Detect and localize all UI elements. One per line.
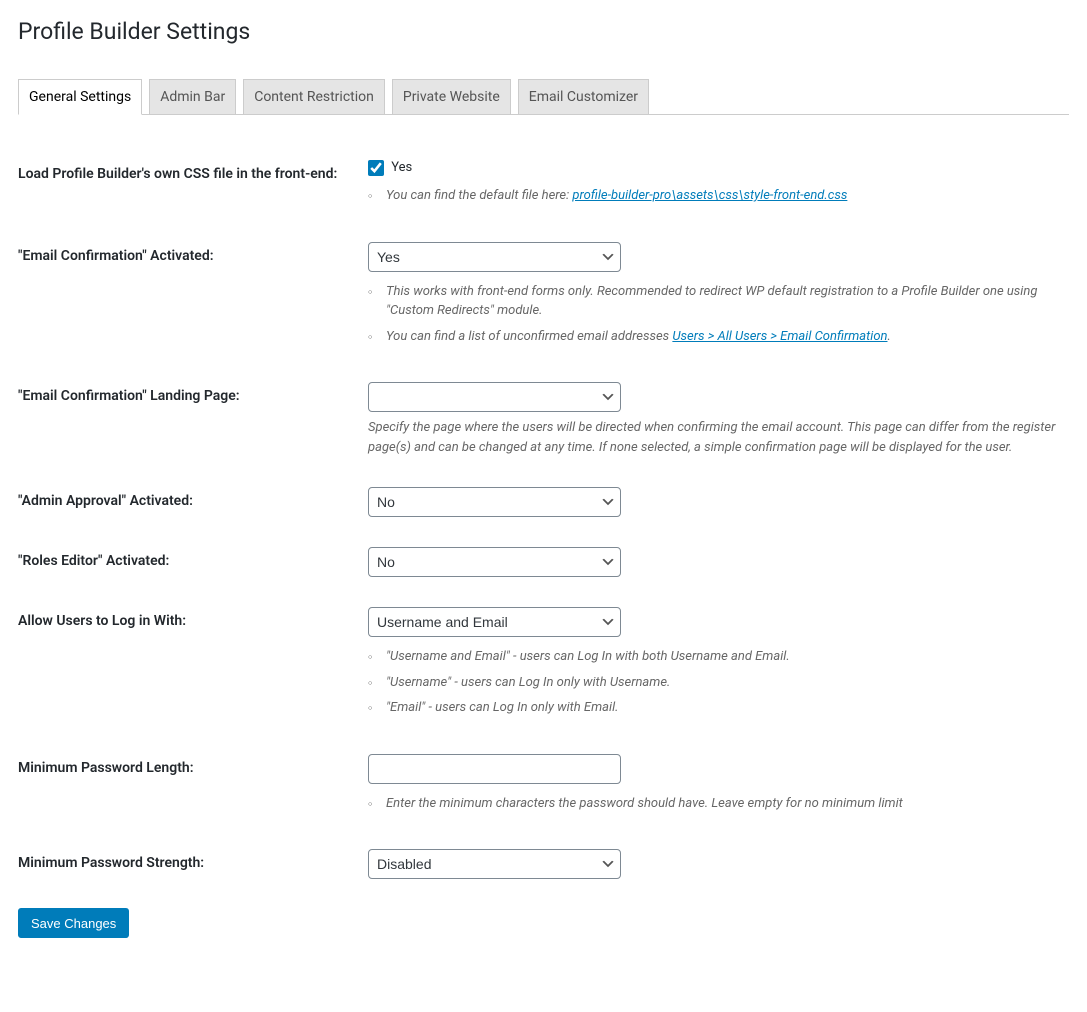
landing-help: Specify the page where the users will be… [368,418,1059,457]
roles-editor-label: "Roles Editor" Activated: [18,532,368,592]
load-css-label: Load Profile Builder's own CSS file in t… [18,145,368,227]
tab-general-settings[interactable]: General Settings [18,79,142,115]
email-confirmation-landing-select[interactable] [368,382,621,412]
tab-content-restriction[interactable]: Content Restriction [243,79,385,114]
unconfirmed-link[interactable]: Users > All Users > Email Confirmation [672,329,887,344]
login-with-help3: "Email" - users can Log In only with Ema… [368,698,1059,718]
settings-form: Load Profile Builder's own CSS file in t… [18,145,1069,894]
admin-approval-select[interactable]: No [368,487,621,517]
roles-editor-select[interactable]: No [368,547,621,577]
tab-admin-bar[interactable]: Admin Bar [149,79,236,114]
load-css-checkbox-label[interactable]: Yes [368,160,412,175]
email-confirmation-landing-label: "Email Confirmation" Landing Page: [18,367,368,472]
login-with-select[interactable]: Username and Email [368,607,621,637]
login-with-label: Allow Users to Log in With: [18,592,368,739]
load-css-checkbox[interactable] [368,160,384,176]
min-password-length-help: Enter the minimum characters the passwor… [368,794,1059,814]
tab-bar: General Settings Admin Bar Content Restr… [18,70,1069,115]
email-confirmation-help1: This works with front-end forms only. Re… [368,282,1059,321]
min-password-strength-label: Minimum Password Strength: [18,834,368,894]
load-css-help: You can find the default file here: prof… [368,186,1059,206]
email-confirmation-help2: You can find a list of unconfirmed email… [368,327,1059,347]
page-title: Profile Builder Settings [18,8,1069,50]
email-confirmation-label: "Email Confirmation" Activated: [18,227,368,368]
tab-email-customizer[interactable]: Email Customizer [518,79,649,114]
min-password-strength-select[interactable]: Disabled [368,849,621,879]
admin-approval-label: "Admin Approval" Activated: [18,472,368,532]
save-button[interactable]: Save Changes [18,908,129,938]
min-password-length-input[interactable] [368,754,621,784]
email-confirmation-select[interactable]: Yes [368,242,621,272]
tab-private-website[interactable]: Private Website [392,79,511,114]
css-file-link[interactable]: profile-builder-pro\assets\css\style-fro… [572,188,847,203]
load-css-checkbox-text: Yes [391,160,412,175]
min-password-length-label: Minimum Password Length: [18,739,368,835]
login-with-help2: "Username" - users can Log In only with … [368,673,1059,693]
login-with-help1: "Username and Email" - users can Log In … [368,647,1059,667]
